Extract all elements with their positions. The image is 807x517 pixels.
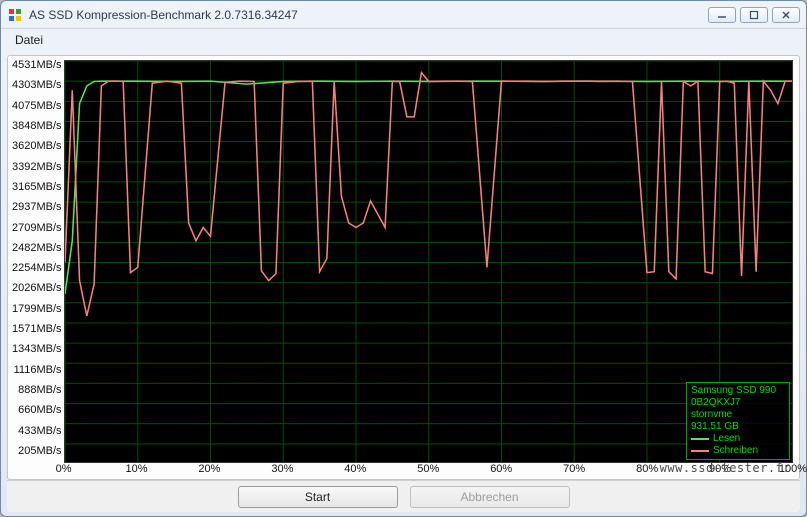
minimize-button[interactable] bbox=[708, 7, 736, 23]
chart-area: 4531MB/s 4303MB/s 4075MB/s 3848MB/s 3620MB/s… bbox=[8, 56, 799, 479]
menu-file[interactable]: Datei bbox=[7, 31, 51, 49]
y-tick: 1343MB/s bbox=[12, 344, 62, 354]
y-tick: 2254MB/s bbox=[12, 263, 62, 273]
legend-read-label: Lesen bbox=[713, 433, 740, 445]
legend-device-3: stornvme bbox=[691, 409, 785, 421]
legend-read: Lesen bbox=[691, 433, 785, 445]
menubar: Datei bbox=[1, 29, 806, 51]
legend-device-2: 0B2QKXJ7 bbox=[691, 397, 785, 409]
legend-device-1: Samsung SSD 990 bbox=[691, 385, 785, 397]
legend-read-swatch bbox=[691, 438, 709, 440]
start-button[interactable]: Start bbox=[238, 486, 398, 508]
app-window: AS SSD Kompression-Benchmark 2.0.7316.34… bbox=[0, 0, 807, 517]
y-tick: 205MB/s bbox=[12, 446, 62, 456]
y-tick: 4303MB/s bbox=[12, 80, 62, 90]
x-tick: 80% bbox=[636, 463, 658, 475]
window-title: AS SSD Kompression-Benchmark 2.0.7316.34… bbox=[29, 8, 708, 22]
legend-device-4: 931,51 GB bbox=[691, 421, 785, 433]
y-tick: 888MB/s bbox=[12, 385, 62, 395]
x-tick: 70% bbox=[563, 463, 585, 475]
app-icon bbox=[7, 7, 23, 23]
y-tick: 433MB/s bbox=[12, 426, 62, 436]
legend-write-label: Schreiben bbox=[713, 445, 758, 457]
x-tick: 60% bbox=[490, 463, 512, 475]
y-tick: 3620MB/s bbox=[12, 141, 62, 151]
y-tick: 2709MB/s bbox=[12, 223, 62, 233]
y-tick: 1116MB/s bbox=[12, 365, 62, 375]
x-tick: 50% bbox=[417, 463, 439, 475]
y-tick: 4075MB/s bbox=[12, 101, 62, 111]
legend-box: Samsung SSD 990 0B2QKXJ7 stornvme 931,51… bbox=[686, 382, 790, 460]
y-tick: 2482MB/s bbox=[12, 243, 62, 253]
x-tick: 0% bbox=[56, 463, 72, 475]
watermark: www.ssd-tester.fr bbox=[660, 461, 791, 475]
plot-area: Samsung SSD 990 0B2QKXJ7 stornvme 931,51… bbox=[64, 60, 793, 463]
y-tick: 4531MB/s bbox=[12, 60, 62, 70]
content-panel: 4531MB/s 4303MB/s 4075MB/s 3848MB/s 3620MB/s… bbox=[7, 55, 800, 480]
titlebar: AS SSD Kompression-Benchmark 2.0.7316.34… bbox=[1, 1, 806, 29]
y-tick: 660MB/s bbox=[12, 405, 62, 415]
y-tick: 3392MB/s bbox=[12, 162, 62, 172]
y-tick: 1571MB/s bbox=[12, 324, 62, 334]
close-button[interactable] bbox=[772, 7, 800, 23]
window-buttons bbox=[708, 7, 800, 23]
y-axis: 4531MB/s 4303MB/s 4075MB/s 3848MB/s 3620MB/s… bbox=[12, 60, 64, 472]
x-tick: 40% bbox=[344, 463, 366, 475]
y-tick: 3848MB/s bbox=[12, 121, 62, 131]
maximize-button[interactable] bbox=[740, 7, 768, 23]
legend-write-swatch bbox=[691, 450, 709, 452]
x-tick: 10% bbox=[125, 463, 147, 475]
button-row: Start Abbrechen bbox=[7, 480, 800, 512]
y-tick: 2937MB/s bbox=[12, 202, 62, 212]
legend-write: Schreiben bbox=[691, 445, 785, 457]
y-tick: 3165MB/s bbox=[12, 182, 62, 192]
x-tick: 20% bbox=[198, 463, 220, 475]
cancel-button[interactable]: Abbrechen bbox=[410, 486, 570, 508]
y-tick: 1799MB/s bbox=[12, 304, 62, 314]
x-tick: 30% bbox=[271, 463, 293, 475]
y-tick: 2026MB/s bbox=[12, 283, 62, 293]
